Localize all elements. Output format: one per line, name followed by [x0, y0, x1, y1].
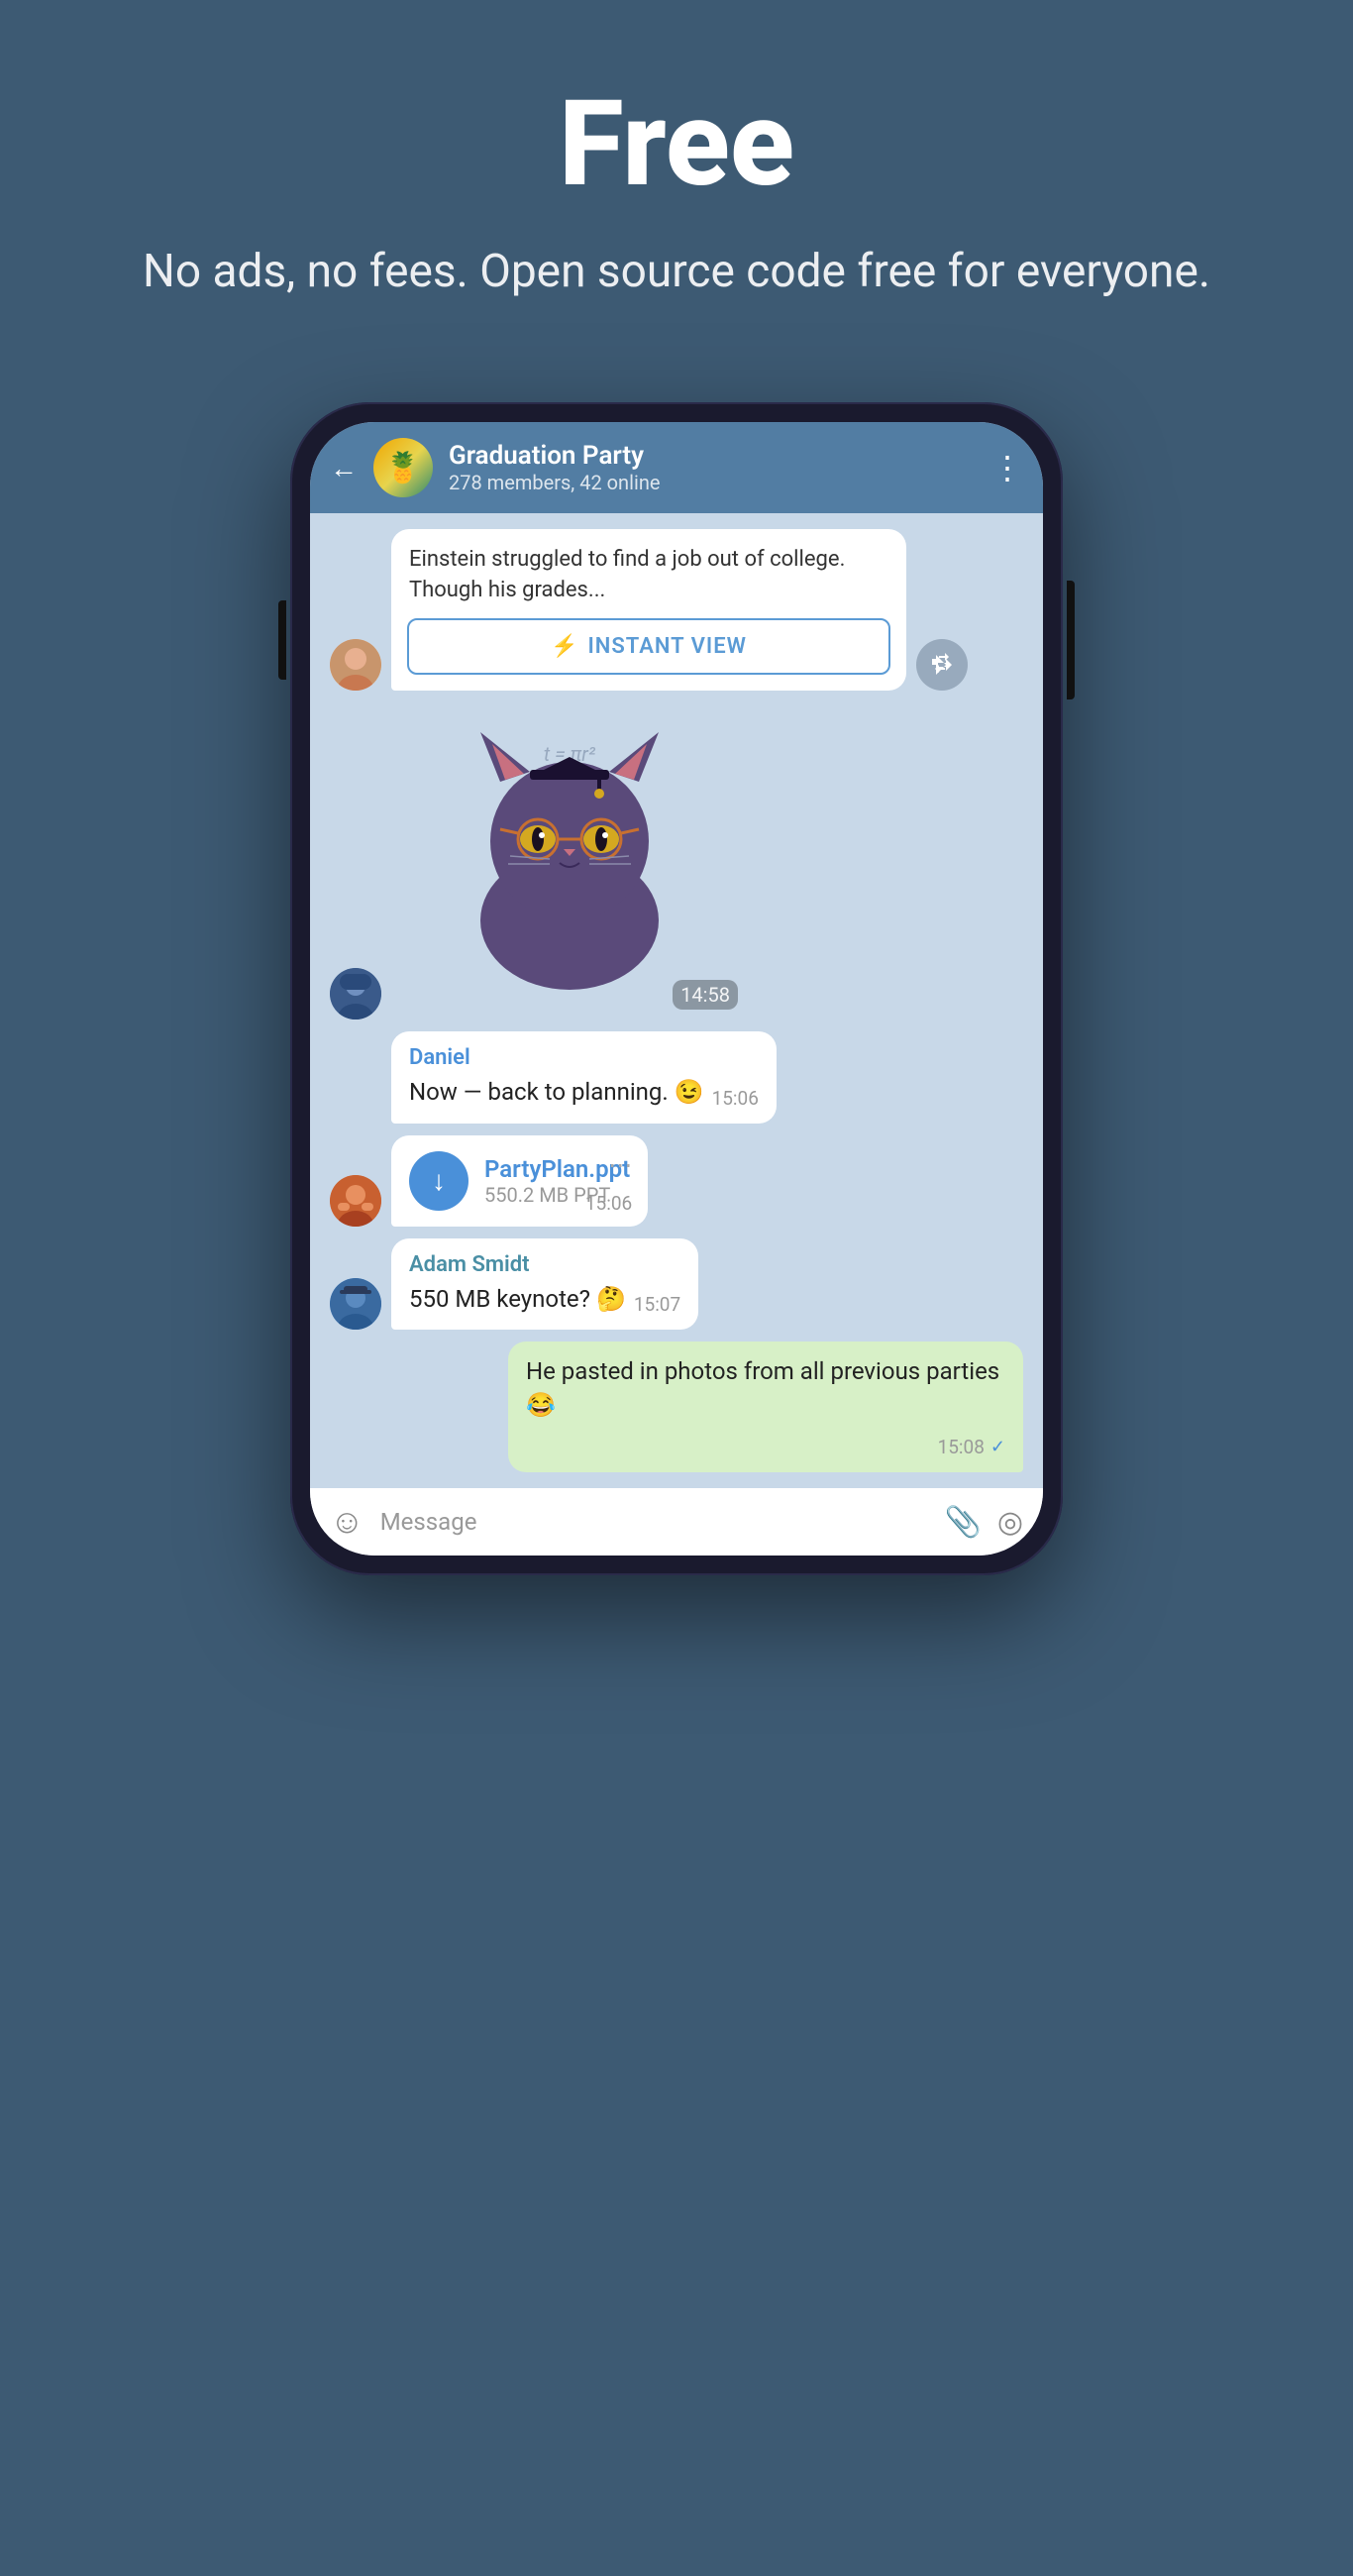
chat-menu-button[interactable]: ⋮: [991, 449, 1023, 486]
adam-message-text: 550 MB keynote? 🤔: [409, 1283, 626, 1317]
user-avatar-male2: [330, 1175, 381, 1227]
article-bubble: Einstein struggled to find a job out of …: [391, 529, 906, 691]
input-bar: ☺ Message 📎 ◎: [310, 1488, 1043, 1556]
adam-bubble: Adam Smidt 550 MB keynote? 🤔 15:07: [391, 1238, 698, 1331]
power-button: [1067, 581, 1075, 699]
instant-view-button[interactable]: ⚡ INSTANT VIEW: [407, 618, 890, 675]
file-download-icon[interactable]: ↓: [409, 1151, 468, 1211]
outgoing-message-time: 15:08: [938, 1436, 985, 1458]
outgoing-message-text: He pasted in photos from all previous pa…: [526, 1355, 1005, 1422]
daniel-message-text: Now — back to planning. 😉: [409, 1076, 704, 1110]
sticker-area: t = πr² A = … V = l³ P = 2πr A = πr² s =…: [391, 702, 748, 1020]
user-avatar-male3: [330, 1278, 381, 1330]
file-time: 15:06: [585, 1192, 632, 1215]
daniel-message-time: 15:06: [712, 1087, 759, 1110]
phone-outer: ← 🍍 Graduation Party 278 members, 42 onl…: [290, 402, 1063, 1575]
outgoing-bubble: He pasted in photos from all previous pa…: [508, 1342, 1023, 1472]
user-avatar-female: [330, 639, 381, 691]
adam-message-time: 15:07: [634, 1293, 680, 1316]
chat-header: ← 🍍 Graduation Party 278 members, 42 onl…: [310, 422, 1043, 513]
article-message-row: Einstein struggled to find a job out of …: [330, 529, 1023, 691]
hero-section: Free No ads, no fees. Open source code f…: [44, 0, 1309, 363]
camera-button[interactable]: ◎: [997, 1505, 1023, 1540]
phone-screen: ← 🍍 Graduation Party 278 members, 42 onl…: [310, 422, 1043, 1556]
group-status: 278 members, 42 online: [449, 471, 976, 494]
sticker-row: t = πr² A = … V = l³ P = 2πr A = πr² s =…: [330, 702, 1023, 1020]
article-preview-text: Einstein struggled to find a job out of …: [391, 529, 906, 618]
outgoing-message-row: He pasted in photos from all previous pa…: [330, 1342, 1023, 1472]
chat-info: Graduation Party 278 members, 42 online: [449, 441, 976, 494]
group-avatar: 🍍: [373, 438, 433, 497]
file-bubble: ↓ PartyPlan.ppt 550.2 MB PPT ⋯ 15:06: [391, 1135, 648, 1227]
lightning-icon: ⚡: [551, 634, 577, 659]
file-message-row: ↓ PartyPlan.ppt 550.2 MB PPT ⋯ 15:06: [330, 1135, 1023, 1227]
chat-body: Einstein struggled to find a job out of …: [310, 513, 1043, 1488]
share-button[interactable]: [916, 639, 968, 691]
back-button[interactable]: ←: [330, 452, 358, 484]
phone-wrapper: ← 🍍 Graduation Party 278 members, 42 onl…: [290, 402, 1063, 1575]
user-avatar-male1: [330, 968, 381, 1020]
read-checkmark: ✓: [990, 1437, 1005, 1457]
sender-name-adam: Adam Smidt: [409, 1252, 680, 1277]
message-input[interactable]: Message: [380, 1502, 929, 1542]
file-menu-button[interactable]: ⋯: [608, 1151, 632, 1179]
daniel-bubble: Daniel Now — back to planning. 😉 15:06: [391, 1031, 777, 1124]
group-name: Graduation Party: [449, 441, 976, 471]
hero-title: Free: [143, 79, 1210, 210]
adam-message-row: Adam Smidt 550 MB keynote? 🤔 15:07: [330, 1238, 1023, 1331]
sender-name-daniel: Daniel: [409, 1045, 759, 1070]
instant-view-label: INSTANT VIEW: [587, 634, 747, 659]
daniel-message-row: Daniel Now — back to planning. 😉 15:06: [330, 1031, 1023, 1124]
attach-button[interactable]: 📎: [944, 1505, 981, 1540]
volume-button: [278, 600, 286, 680]
emoji-button[interactable]: ☺: [330, 1502, 364, 1542]
hero-subtitle: No ads, no fees. Open source code free f…: [143, 240, 1210, 303]
